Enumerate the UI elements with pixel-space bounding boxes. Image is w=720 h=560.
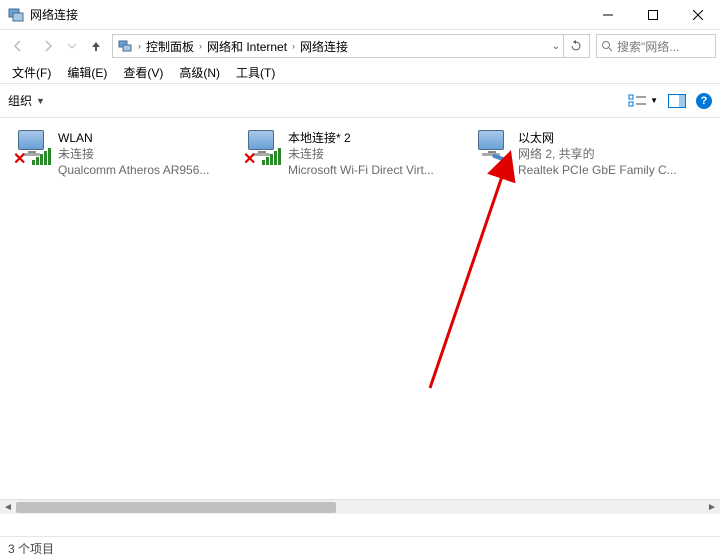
breadcrumb-segment[interactable]: 网络连接 bbox=[298, 38, 350, 55]
disconnected-x-icon: ✕ bbox=[243, 152, 256, 168]
minimize-button[interactable] bbox=[585, 0, 630, 29]
connection-status: 未连接 bbox=[288, 146, 434, 162]
scroll-right-icon[interactable]: ► bbox=[704, 500, 720, 515]
menu-edit[interactable]: 编辑(E) bbox=[59, 64, 115, 81]
close-button[interactable] bbox=[675, 0, 720, 29]
breadcrumb-segment[interactable]: 网络和 Internet bbox=[205, 38, 289, 55]
connection-adapter: Realtek PCIe GbE Family C... bbox=[518, 162, 677, 178]
chevron-down-icon: ▼ bbox=[36, 96, 45, 106]
signal-bars-icon bbox=[262, 148, 281, 165]
connection-status: 网络 2, 共享的 bbox=[518, 146, 677, 162]
connection-list: ✕ WLAN 未连接 Qualcomm Atheros AR956... ✕ 本… bbox=[0, 118, 720, 190]
statusbar: 3 个项目 bbox=[0, 536, 720, 560]
toolbar: 组织 ▼ ▼ ? bbox=[0, 84, 720, 118]
connection-name: 以太网 bbox=[518, 130, 677, 146]
address-dropdown-icon[interactable]: ⌄ bbox=[549, 41, 563, 52]
signal-bars-icon bbox=[32, 148, 51, 165]
chevron-right-icon: › bbox=[289, 41, 298, 51]
titlebar: 网络连接 bbox=[0, 0, 720, 30]
connection-item-ethernet[interactable]: 以太网 网络 2, 共享的 Realtek PCIe GbE Family C.… bbox=[464, 126, 694, 182]
connection-name: 本地连接* 2 bbox=[288, 130, 434, 146]
address-field[interactable]: › 控制面板 › 网络和 Internet › 网络连接 ⌄ bbox=[112, 34, 590, 58]
recent-dropdown[interactable] bbox=[64, 33, 80, 59]
window-title: 网络连接 bbox=[30, 6, 585, 23]
scrollbar-thumb[interactable] bbox=[16, 502, 336, 513]
organize-button[interactable]: 组织 ▼ bbox=[8, 92, 45, 109]
scroll-left-icon[interactable]: ◄ bbox=[0, 500, 16, 515]
connection-item-local[interactable]: ✕ 本地连接* 2 未连接 Microsoft Wi-Fi Direct Vir… bbox=[234, 126, 464, 182]
menubar: 文件(F) 编辑(E) 查看(V) 高级(N) 工具(T) bbox=[0, 62, 720, 84]
control-panel-icon bbox=[117, 38, 133, 54]
forward-button[interactable] bbox=[34, 33, 62, 59]
content-area: ✕ WLAN 未连接 Qualcomm Atheros AR956... ✕ 本… bbox=[0, 118, 720, 538]
adapter-icon bbox=[470, 130, 512, 172]
view-icon bbox=[628, 93, 648, 109]
menu-tools[interactable]: 工具(T) bbox=[228, 64, 283, 81]
preview-icon bbox=[668, 94, 686, 108]
connection-name: WLAN bbox=[58, 130, 209, 146]
chevron-right-icon: › bbox=[135, 41, 144, 51]
menu-file[interactable]: 文件(F) bbox=[4, 64, 59, 81]
up-button[interactable] bbox=[82, 33, 110, 59]
maximize-button[interactable] bbox=[630, 0, 675, 29]
breadcrumb-segment[interactable]: 控制面板 bbox=[144, 38, 196, 55]
app-icon bbox=[8, 7, 24, 23]
connection-item-wlan[interactable]: ✕ WLAN 未连接 Qualcomm Atheros AR956... bbox=[4, 126, 234, 182]
search-icon bbox=[601, 40, 613, 52]
preview-pane-button[interactable] bbox=[668, 94, 686, 108]
back-button[interactable] bbox=[4, 33, 32, 59]
chevron-right-icon: › bbox=[196, 41, 205, 51]
item-count: 3 个项目 bbox=[8, 540, 54, 557]
view-mode-button[interactable]: ▼ bbox=[628, 93, 658, 109]
address-bar: › 控制面板 › 网络和 Internet › 网络连接 ⌄ 搜索"网络... bbox=[0, 30, 720, 62]
menu-advanced[interactable]: 高级(N) bbox=[171, 64, 228, 81]
connection-status: 未连接 bbox=[58, 146, 209, 162]
search-input[interactable]: 搜索"网络... bbox=[596, 34, 716, 58]
adapter-icon: ✕ bbox=[240, 130, 282, 172]
help-button[interactable]: ? bbox=[696, 93, 712, 109]
menu-view[interactable]: 查看(V) bbox=[115, 64, 171, 81]
refresh-button[interactable] bbox=[563, 35, 587, 57]
chevron-down-icon: ▼ bbox=[650, 96, 658, 105]
search-placeholder: 搜索"网络... bbox=[617, 38, 679, 55]
adapter-icon: ✕ bbox=[10, 130, 52, 172]
plug-icon bbox=[504, 158, 510, 164]
horizontal-scrollbar[interactable]: ◄ ► bbox=[0, 499, 720, 514]
disconnected-x-icon: ✕ bbox=[13, 152, 26, 168]
connection-adapter: Qualcomm Atheros AR956... bbox=[58, 162, 209, 178]
connection-adapter: Microsoft Wi-Fi Direct Virt... bbox=[288, 162, 434, 178]
organize-label: 组织 bbox=[8, 92, 32, 109]
